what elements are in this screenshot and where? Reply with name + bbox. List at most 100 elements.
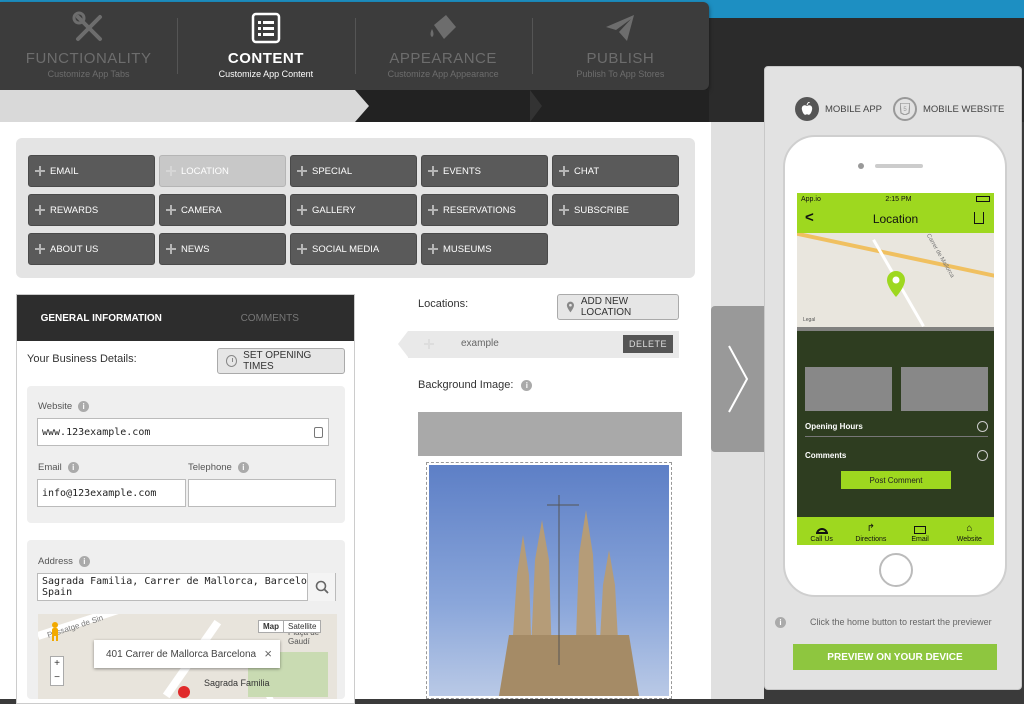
photo-thumbnail[interactable] bbox=[901, 367, 988, 411]
move-icon bbox=[559, 205, 569, 215]
map-button[interactable]: Map bbox=[259, 621, 283, 632]
app-tab-bar: Call Us ↱ Directions Email ⌂ Website bbox=[797, 517, 994, 545]
telephone-input[interactable] bbox=[188, 479, 336, 507]
move-icon bbox=[559, 166, 569, 176]
map-pin-icon bbox=[178, 686, 190, 698]
tab-list: EMAIL LOCATION SPECIAL EVENTS CHAT REWAR… bbox=[16, 138, 695, 278]
website-label: Website i bbox=[38, 401, 90, 412]
tab-special[interactable]: SPECIAL bbox=[290, 155, 417, 187]
tab-chat[interactable]: CHAT bbox=[552, 155, 679, 187]
pegman-icon[interactable] bbox=[50, 622, 60, 642]
tab-events[interactable]: EVENTS bbox=[421, 155, 548, 187]
progress-divider bbox=[530, 90, 542, 122]
website-input[interactable]: www.123example.com bbox=[37, 418, 329, 446]
next-arrow-button[interactable] bbox=[711, 306, 764, 452]
delete-button[interactable]: DELETE bbox=[622, 335, 673, 353]
popup-address: 401 Carrer de Mallorca Barcelona bbox=[106, 648, 257, 660]
tab-subscribe[interactable]: SUBSCRIBE bbox=[552, 194, 679, 226]
button-label: SET OPENING TIMES bbox=[243, 350, 312, 372]
info-icon: i bbox=[78, 401, 90, 412]
tab-label: EVENTS bbox=[443, 165, 482, 177]
preview-on-device-button[interactable]: PREVIEW ON YOUR DEVICE bbox=[793, 644, 997, 670]
tab-label: EMAIL bbox=[50, 165, 79, 177]
search-icon[interactable] bbox=[307, 573, 335, 601]
background-image-label: Background Image: i bbox=[418, 379, 533, 391]
map-legal: Legal bbox=[803, 317, 816, 323]
email-input[interactable]: info@123example.com bbox=[37, 479, 186, 507]
tab-general-information[interactable]: GENERAL INFORMATION bbox=[17, 313, 186, 324]
tab-rewards[interactable]: REWARDS bbox=[28, 194, 155, 226]
sagrada-familia-image bbox=[499, 495, 639, 696]
tab-camera[interactable]: CAMERA bbox=[159, 194, 286, 226]
tab-label: SPECIAL bbox=[312, 165, 353, 177]
photo-sky bbox=[429, 465, 669, 696]
tab-location[interactable]: LOCATION bbox=[159, 155, 286, 187]
photo-thumbnail[interactable] bbox=[805, 367, 892, 411]
location-row[interactable]: example DELETE bbox=[398, 331, 679, 358]
app-map[interactable]: Carrer de Mallorca example Legal bbox=[797, 233, 994, 331]
mode-mobile-website[interactable]: 5 MOBILE WEBSITE bbox=[893, 97, 1004, 121]
comments-label: Comments bbox=[805, 450, 847, 460]
tab-email-app[interactable]: Email bbox=[896, 517, 945, 545]
tab-website[interactable]: ⌂ Website bbox=[945, 517, 994, 545]
location-name: example bbox=[461, 338, 499, 349]
opening-hours-row[interactable]: Opening Hours bbox=[805, 417, 988, 437]
tab-gallery[interactable]: GALLERY bbox=[290, 194, 417, 226]
wizard-steps: FUNCTIONALITY Customize App Tabs CONTENT… bbox=[0, 2, 709, 90]
close-icon[interactable]: × bbox=[264, 646, 272, 661]
background-photo[interactable] bbox=[426, 462, 672, 699]
home-button[interactable] bbox=[879, 553, 913, 587]
preview-hint: i Click the home button to restart the p… bbox=[775, 617, 1015, 628]
post-comment-button[interactable]: Post Comment bbox=[841, 471, 951, 489]
tab-comments[interactable]: COMMENTS bbox=[186, 313, 355, 324]
map-info-popup: 401 Carrer de Mallorca Barcelona × bbox=[94, 640, 280, 668]
phone-camera bbox=[858, 163, 864, 169]
step-functionality[interactable]: FUNCTIONALITY Customize App Tabs bbox=[0, 2, 177, 90]
satellite-button[interactable]: Satellite bbox=[283, 621, 320, 632]
svg-text:5: 5 bbox=[903, 107, 907, 113]
zoom-out-button[interactable]: − bbox=[51, 671, 63, 685]
move-icon bbox=[35, 166, 45, 176]
step-title: PUBLISH bbox=[586, 50, 655, 67]
address-label: Address i bbox=[38, 556, 90, 567]
step-subtitle: Customize App Content bbox=[218, 69, 314, 79]
add-new-location-button[interactable]: ADD NEW LOCATION bbox=[557, 294, 679, 320]
carrier-label: App.io bbox=[801, 195, 821, 203]
mode-mobile-app[interactable]: MOBILE APP bbox=[795, 97, 882, 121]
background-image-box[interactable] bbox=[418, 412, 682, 699]
tab-label: CHAT bbox=[574, 165, 600, 177]
tab-label: LOCATION bbox=[181, 165, 229, 177]
tab-email[interactable]: EMAIL bbox=[28, 155, 155, 187]
home-icon: ⌂ bbox=[966, 523, 973, 534]
share-icon[interactable] bbox=[974, 212, 984, 224]
tab-label: CAMERA bbox=[181, 204, 222, 216]
mode-label: MOBILE APP bbox=[825, 103, 883, 115]
tab-label: MUSEUMS bbox=[443, 243, 492, 255]
map-type-control[interactable]: Map Satellite bbox=[258, 620, 322, 633]
set-opening-times-button[interactable]: SET OPENING TIMES bbox=[217, 348, 345, 374]
tab-reservations[interactable]: RESERVATIONS bbox=[421, 194, 548, 226]
step-content[interactable]: CONTENT Customize App Content bbox=[177, 2, 354, 90]
step-title: FUNCTIONALITY bbox=[25, 50, 152, 67]
tab-directions[interactable]: ↱ Directions bbox=[846, 517, 895, 545]
zoom-control[interactable]: + − bbox=[50, 656, 64, 686]
move-icon bbox=[428, 166, 438, 176]
step-appearance[interactable]: APPEARANCE Customize App Appearance bbox=[354, 2, 532, 90]
tab-social-media[interactable]: SOCIAL MEDIA bbox=[290, 233, 417, 265]
comments-row[interactable]: Comments bbox=[805, 445, 988, 465]
back-icon[interactable]: < bbox=[805, 209, 814, 226]
clock-icon bbox=[226, 355, 238, 367]
tab-museums[interactable]: MUSEUMS bbox=[421, 233, 548, 265]
address-map[interactable]: Passatge de Sin Plaça de Gaudí Map Satel… bbox=[38, 614, 337, 699]
status-bar: App.io 2:15 PM bbox=[797, 193, 994, 205]
address-input[interactable]: Sagrada Familia, Carrer de Mallorca, Bar… bbox=[37, 573, 336, 601]
move-icon[interactable] bbox=[424, 339, 434, 349]
hint-text: Click the home button to restart the pre… bbox=[810, 617, 992, 627]
step-publish[interactable]: PUBLISH Publish To App Stores bbox=[531, 2, 709, 90]
tab-about-us[interactable]: ABOUT US bbox=[28, 233, 155, 265]
tab-label: ABOUT US bbox=[50, 243, 99, 255]
info-icon: i bbox=[775, 617, 786, 628]
zoom-in-button[interactable]: + bbox=[51, 657, 63, 671]
tab-call-us[interactable]: Call Us bbox=[797, 517, 846, 545]
tab-news[interactable]: NEWS bbox=[159, 233, 286, 265]
